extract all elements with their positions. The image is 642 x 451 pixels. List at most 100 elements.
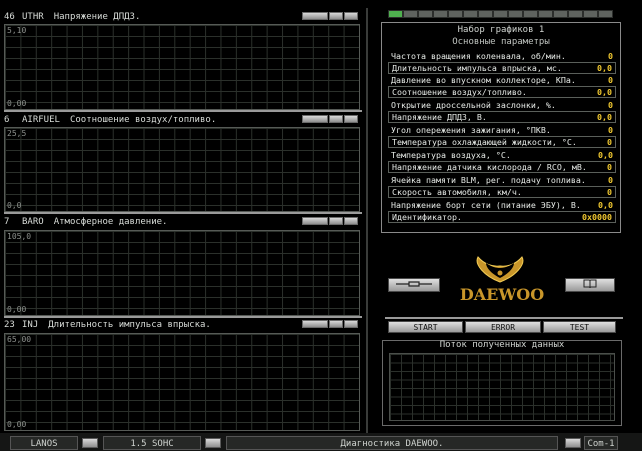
port-select-button[interactable] bbox=[565, 438, 581, 448]
graph-divider[interactable] bbox=[4, 212, 362, 214]
graph-code: BARO bbox=[22, 217, 44, 227]
status-engine: 1.5 SOHC bbox=[103, 436, 201, 450]
book-icon bbox=[583, 279, 597, 289]
param-row[interactable]: Открытие дроссельной заслонки, %. 0 bbox=[388, 99, 616, 111]
param-value: 0 bbox=[608, 175, 613, 185]
pane-divider bbox=[366, 8, 368, 433]
param-row[interactable]: Температура охлаждающей жидкости, °С. 0 bbox=[388, 136, 616, 148]
help-button[interactable] bbox=[565, 278, 615, 292]
param-value: 0,0 bbox=[598, 200, 613, 210]
graph-controls bbox=[302, 115, 358, 123]
indicator-cell[interactable] bbox=[478, 10, 493, 18]
indicator-cell[interactable] bbox=[418, 10, 433, 18]
brand-name: DAEWOO bbox=[459, 285, 545, 304]
graph-number: 7 bbox=[4, 217, 10, 227]
param-row[interactable]: Длительность импульса впрыска, мс. 0,0 bbox=[388, 62, 616, 74]
graph-divider[interactable] bbox=[4, 110, 362, 112]
graph-scale-button[interactable] bbox=[302, 217, 328, 225]
graph-description: Атмосферное давление. bbox=[53, 217, 168, 227]
divider bbox=[385, 317, 623, 319]
graph-area: 65,00 0,00 bbox=[4, 333, 360, 431]
graph-header: 6 AIRFUEL Соотношение воздух/топливо. bbox=[4, 114, 360, 126]
graph-y-max: 25,5 bbox=[7, 129, 27, 138]
status-com-port: Com-1 bbox=[584, 436, 618, 450]
connector-icon bbox=[396, 281, 432, 287]
indicator-cell[interactable] bbox=[508, 10, 523, 18]
graph-scale-button[interactable] bbox=[302, 320, 328, 328]
graph-minus-button[interactable] bbox=[329, 12, 343, 20]
graph-minus-button[interactable] bbox=[329, 217, 343, 225]
connect-button[interactable] bbox=[388, 278, 440, 292]
param-label: Напряжение борт сети (питание ЭБУ), В. bbox=[391, 200, 581, 210]
graph-minus-button[interactable] bbox=[329, 320, 343, 328]
graph-controls bbox=[302, 217, 358, 225]
indicator-cell[interactable] bbox=[463, 10, 478, 18]
param-row[interactable]: Частота вращения коленвала, об/мин. 0 bbox=[388, 50, 616, 62]
graph-area: 25,5 0,0 bbox=[4, 127, 360, 212]
graph-plus-button[interactable] bbox=[344, 12, 358, 20]
param-row[interactable]: Температура воздуха, °С. 0,0 bbox=[388, 149, 616, 161]
indicator-cell[interactable] bbox=[523, 10, 538, 18]
param-value: 0 bbox=[607, 162, 612, 172]
param-row[interactable]: Скорость автомобиля, км/ч. 0 bbox=[388, 186, 616, 198]
param-row[interactable]: Соотношение воздух/топливо. 0,0 bbox=[388, 86, 616, 98]
indicator-cell[interactable] bbox=[433, 10, 448, 18]
data-stream-panel: Поток полученных данных bbox=[382, 340, 622, 426]
graph-plus-button[interactable] bbox=[344, 320, 358, 328]
parameters-panel: Набор графиков 1 Основные параметры Част… bbox=[381, 22, 621, 233]
graph-description: Напряжение ДПДЗ. bbox=[53, 12, 141, 22]
graph-code: AIRFUEL bbox=[22, 115, 60, 125]
param-label: Напряжение датчика кислорода / RCO, мВ. bbox=[392, 162, 587, 172]
graph-code: INJ bbox=[22, 320, 39, 330]
graph-y-max: 5,10 bbox=[7, 26, 27, 35]
start-button[interactable]: START bbox=[388, 321, 463, 333]
param-value: 0,0 bbox=[597, 112, 612, 122]
graph-scale-button[interactable] bbox=[302, 12, 328, 20]
param-label: Длительность импульса впрыска, мс. bbox=[392, 63, 562, 73]
param-value: 0 bbox=[607, 137, 612, 147]
graph-header: 7 BARO Атмосферное давление. bbox=[4, 216, 360, 228]
indicator-cell[interactable] bbox=[388, 10, 403, 18]
graph-plus-button[interactable] bbox=[344, 115, 358, 123]
data-stream-title: Поток полученных данных bbox=[439, 340, 565, 350]
param-row[interactable]: Ячейка памяти BLM, рег. подачу топлива. 0 bbox=[388, 174, 616, 186]
param-label: Температура воздуха, °С. bbox=[391, 150, 511, 160]
test-button[interactable]: TEST bbox=[543, 321, 616, 333]
param-value: 0 bbox=[608, 51, 613, 61]
param-value: 0x0000 bbox=[582, 212, 612, 222]
param-label: Давление во впускном коллекторе, КПа. bbox=[391, 75, 576, 85]
param-label: Открытие дроссельной заслонки, %. bbox=[391, 100, 556, 110]
param-label: Скорость автомобиля, км/ч. bbox=[392, 187, 522, 197]
graph-scale-button[interactable] bbox=[302, 115, 328, 123]
indicator-cell[interactable] bbox=[553, 10, 568, 18]
param-row[interactable]: Давление во впускном коллекторе, КПа. 0 bbox=[388, 74, 616, 86]
car-model-select-button[interactable] bbox=[82, 438, 98, 448]
graph-description: Соотношение воздух/топливо. bbox=[69, 115, 217, 125]
indicator-cell[interactable] bbox=[403, 10, 418, 18]
indicator-cell[interactable] bbox=[448, 10, 463, 18]
param-row[interactable]: Напряжение борт сети (питание ЭБУ), В. 0,… bbox=[388, 199, 616, 211]
param-row[interactable]: Идентификатор. 0x0000 bbox=[388, 211, 616, 223]
parameters-group-title: Основные параметры bbox=[452, 37, 550, 47]
graph-header: 23 INJ Длительность импульса впрыска. bbox=[4, 319, 360, 331]
engine-select-button[interactable] bbox=[205, 438, 221, 448]
param-value: 0 bbox=[607, 187, 612, 197]
graph-set-title: Набор графиков 1 bbox=[457, 25, 545, 35]
param-label: Угол опережения зажигания, °ПКВ. bbox=[391, 125, 551, 135]
param-row[interactable]: Напряжение датчика кислорода / RCO, мВ. 0 bbox=[388, 161, 616, 173]
indicator-cell[interactable] bbox=[568, 10, 583, 18]
indicator-cell[interactable] bbox=[598, 10, 613, 18]
graph-plus-button[interactable] bbox=[344, 217, 358, 225]
graph-y-min: 0,0 bbox=[7, 201, 22, 210]
graph-minus-button[interactable] bbox=[329, 115, 343, 123]
error-button[interactable]: ERROR bbox=[465, 321, 541, 333]
graph-y-min: 0,00 bbox=[7, 420, 27, 429]
graph-y-min: 0,00 bbox=[7, 99, 27, 108]
graph-divider[interactable] bbox=[4, 316, 362, 318]
param-row[interactable]: Угол опережения зажигания, °ПКВ. 0 bbox=[388, 124, 616, 136]
indicator-cell[interactable] bbox=[583, 10, 598, 18]
indicator-cell[interactable] bbox=[538, 10, 553, 18]
graph-y-min: 0,00 bbox=[7, 305, 27, 314]
param-row[interactable]: Напряжение ДПДЗ, В. 0,0 bbox=[388, 111, 616, 123]
indicator-cell[interactable] bbox=[493, 10, 508, 18]
